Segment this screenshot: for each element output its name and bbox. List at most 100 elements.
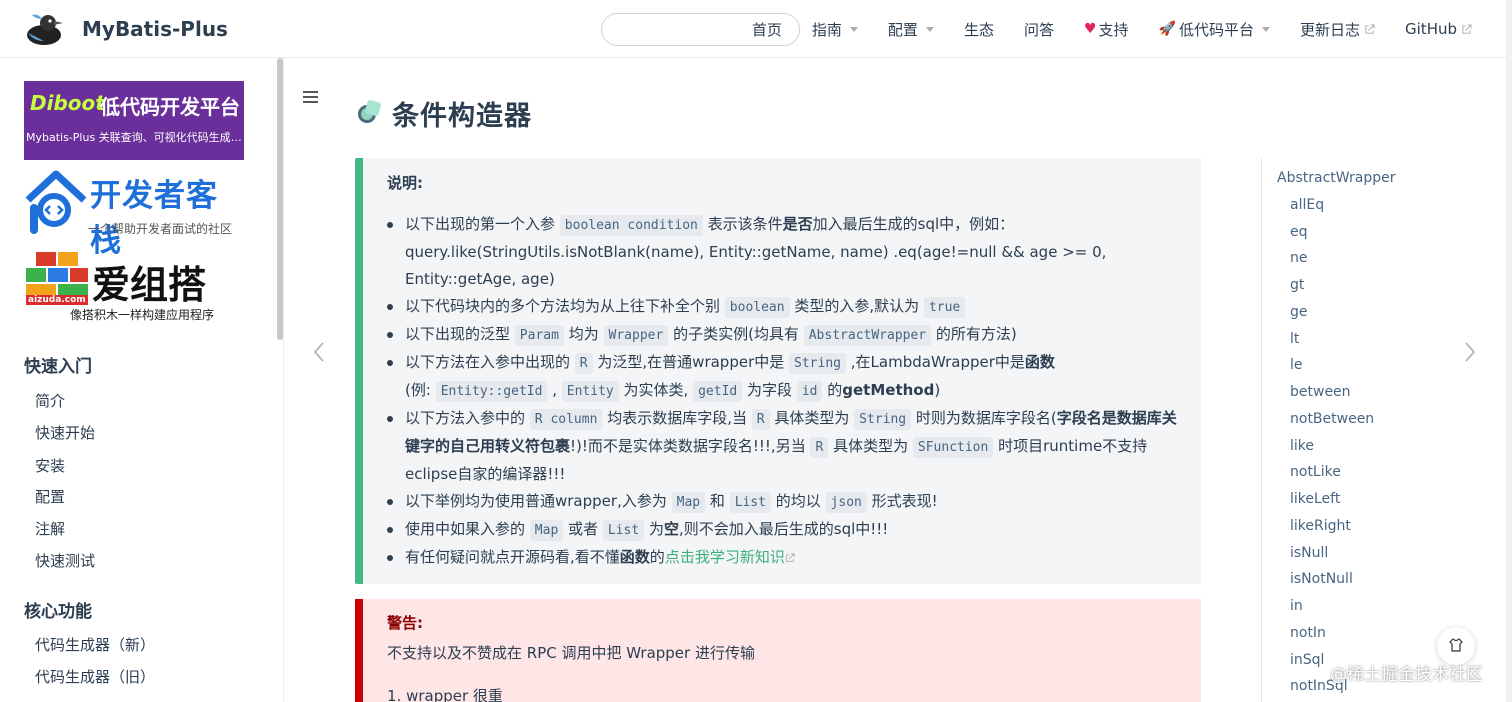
toc-item[interactable]: lt [1290, 331, 1299, 347]
nav-ecosystem-label: 生态 [963, 20, 994, 39]
chevron-down-icon [849, 26, 858, 32]
inline-code: String [854, 409, 912, 430]
site-name[interactable]: MyBatis-Plus [82, 17, 228, 41]
inline-code: AbstractWrapper [803, 325, 932, 346]
nav-config-dropdown[interactable]: 配置 [888, 19, 934, 40]
ad-diboot-banner[interactable]: Diboot 低代码开发平台 Mybatis-Plus 关联查询、可视化代码生成… [24, 81, 244, 160]
warning-container: 警告: 不支持以及不赞成在 RPC 调用中把 Wrapper 进行传输 1. w… [355, 599, 1201, 702]
external-link-icon [1462, 23, 1472, 34]
toc-item[interactable]: notBetween [1290, 411, 1374, 427]
diboot-title: 低代码开发平台 [100, 95, 240, 119]
inline-code: getId [693, 381, 743, 402]
navbar: MyBatis-Plus 首页 指南 配置 生态 问答 ♥ 支持 🚀 低代码平台 更… [0, 0, 1512, 58]
toc-item[interactable]: in [1290, 598, 1303, 614]
toc-item[interactable]: isNull [1290, 545, 1328, 561]
nav-guide-label: 指南 [811, 20, 842, 39]
list-item: 有任何疑问就点开源码看,看不懂函数的点击我学习新知识 [385, 544, 1185, 571]
sidebar-section-core[interactable]: 核心功能 [24, 597, 92, 622]
list-item: 以下举例均为使用普通wrapper,入参为 Map 和 List 的均以 jso… [385, 488, 1185, 516]
page-scrollbar[interactable] [1506, 0, 1512, 702]
text: ,在LambdaWrapper中是 [850, 353, 1025, 371]
aizuda-subtitle: 像搭积木一样构建应用程序 [70, 308, 215, 322]
nav-faq[interactable]: 问答 [1024, 19, 1054, 40]
text: 为字段 [747, 381, 793, 399]
text: 为泛型,在普通wrapper中是 [597, 353, 785, 371]
text: 或者 [568, 520, 599, 538]
toc-item[interactable]: inSql [1290, 652, 1324, 668]
ad-aizuda-banner[interactable]: 爱组搭 aizuda.com 像搭积木一样构建应用程序 [24, 248, 244, 324]
nav-config-label: 配置 [887, 20, 918, 39]
toc-item[interactable]: notIn [1290, 625, 1326, 641]
sidebar-item-quick-start[interactable]: 快速开始 [35, 422, 95, 443]
text: 时则为数据库字段名( [915, 409, 1057, 427]
sidebar-item-annotation[interactable]: 注解 [35, 518, 65, 539]
toc-item[interactable]: likeRight [1290, 518, 1351, 534]
mybatis-bird-logo[interactable] [24, 11, 64, 47]
sidebar-item-quick-test[interactable]: 快速测试 [35, 550, 95, 571]
strong-text: 空 [663, 520, 679, 538]
text: 以下出现的泛型 [405, 325, 511, 343]
list-item: 使用中如果入参的 Map 或者 List 为空,则不会加入最后生成的sql中!!… [385, 516, 1185, 544]
text: (例: [405, 381, 431, 399]
inline-code: String [789, 353, 846, 374]
sidebar-scrollbar[interactable] [277, 58, 283, 340]
toc-item[interactable]: notLike [1290, 464, 1341, 480]
list-item: 以下方法入参中的 R column 均表示数据库字段,当 R 具体类型为 Str… [385, 405, 1185, 488]
inline-code: Map [529, 520, 564, 541]
nav-ecosystem[interactable]: 生态 [964, 19, 994, 40]
inline-code: id [796, 381, 823, 402]
toc-item[interactable]: ge [1290, 304, 1308, 320]
nav-changelog[interactable]: 更新日志 [1300, 19, 1375, 40]
sidebar-toggle-icon[interactable] [303, 90, 319, 104]
nav-home[interactable]: 首页 [752, 19, 782, 40]
list-item: 以下方法在入参中出现的 R 为泛型,在普通wrapper中是 String ,在… [385, 349, 1185, 405]
text: 以下出现的第一个入参 [405, 215, 556, 233]
toc-item-abstractwrapper[interactable]: AbstractWrapper [1277, 170, 1395, 186]
toc-item[interactable]: isNotNull [1290, 571, 1353, 587]
warning-title: 警告: [387, 614, 423, 632]
prev-page-arrow-icon[interactable] [312, 341, 326, 363]
inline-code: List [602, 520, 645, 541]
nav-guide-dropdown[interactable]: 指南 [812, 19, 858, 40]
sidebar-item-config[interactable]: 配置 [35, 486, 65, 507]
strong-text: 函数 [619, 548, 650, 566]
text: 以下方法在入参中出现的 [405, 353, 571, 371]
text: 的子类实例(均具有 [673, 325, 799, 343]
nav-links: 首页 指南 配置 生态 问答 ♥ 支持 🚀 低代码平台 更新日志 GitHub [722, 0, 1472, 58]
text: 以下举例均为使用普通wrapper,入参为 [405, 492, 667, 510]
inline-code: R [810, 437, 829, 458]
inline-code: boolean condition [559, 215, 703, 236]
sidebar-item-intro[interactable]: 简介 [35, 390, 65, 411]
house-logo-icon [25, 170, 87, 234]
sidebar: Diboot 低代码开发平台 Mybatis-Plus 关联查询、可视化代码生成… [0, 58, 284, 702]
toc-item[interactable]: gt [1290, 277, 1304, 293]
sidebar-section-quickstart[interactable]: 快速入门 [24, 352, 92, 377]
toc-item[interactable]: ne [1290, 250, 1308, 266]
toc-item[interactable]: le [1290, 357, 1303, 373]
toc-item[interactable]: between [1290, 384, 1351, 400]
nav-github[interactable]: GitHub [1405, 20, 1472, 38]
inline-code: Param [514, 325, 564, 346]
strong-text: 函数 [1024, 353, 1055, 371]
rocket-icon: 🚀 [1158, 21, 1176, 37]
shirt-icon [1449, 638, 1463, 652]
nav-lowcode-dropdown[interactable]: 🚀 低代码平台 [1159, 19, 1270, 40]
list-item: 以下出现的泛型 Param 均为 Wrapper 的子类实例(均具有 Abstr… [385, 321, 1185, 349]
sidebar-item-install[interactable]: 安装 [35, 455, 65, 476]
learn-more-link[interactable]: 点击我学习新知识 [665, 548, 795, 566]
inline-code: boolean [724, 297, 790, 318]
sidebar-item-codegen-old[interactable]: 代码生成器（旧） [35, 666, 155, 687]
list-item: 以下代码块内的多个方法均为从上往下补全个别 boolean 类型的入参,默认为 … [385, 293, 1185, 321]
inline-code: List [729, 492, 771, 513]
sidebar-item-codegen-new[interactable]: 代码生成器（新） [35, 634, 155, 655]
ad-devstack-banner[interactable]: 开发者客栈 一个帮助开发者面试的社区 [24, 168, 244, 259]
text: 使用中如果入参的 [405, 520, 526, 538]
watermark: @稀土掘金技术社区 [1330, 665, 1483, 685]
text: 的 [827, 381, 843, 399]
toc-item[interactable]: like [1290, 438, 1314, 454]
nav-lowcode-label: 低代码平台 [1178, 20, 1254, 39]
nav-support[interactable]: ♥ 支持 [1084, 19, 1129, 40]
toc-item[interactable]: allEq [1290, 197, 1324, 213]
toc-item[interactable]: eq [1290, 224, 1308, 240]
toc-item[interactable]: likeLeft [1290, 491, 1340, 507]
